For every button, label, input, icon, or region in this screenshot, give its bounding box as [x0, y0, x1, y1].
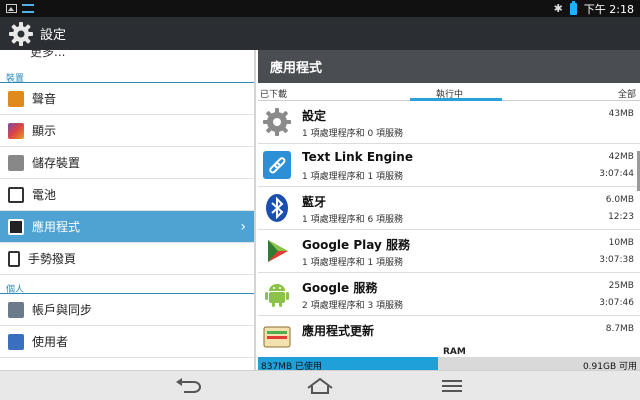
section-device: 裝置 — [0, 64, 254, 84]
app-row-google-services[interactable]: Google 服務 2 項處理程序和 3 項服務 25MB 3:07:46 — [258, 273, 640, 316]
ram-label: RAM — [443, 347, 466, 357]
apps-icon — [8, 218, 24, 235]
app-process-info: 1 項處理程序和 0 項服務 — [302, 129, 404, 139]
settings-gear-icon[interactable] — [8, 21, 34, 47]
android-app-icon — [265, 284, 289, 307]
app-runtime: 3:07:44 — [599, 169, 634, 179]
puzzle-app-icon — [268, 240, 288, 262]
navigation-bar — [0, 370, 640, 400]
menu-item-users[interactable]: 使用者 — [0, 326, 254, 358]
app-name: Google Play 服務 — [302, 238, 410, 252]
menu-item-display[interactable]: 顯示 — [0, 115, 254, 147]
users-icon — [8, 333, 24, 350]
storage-icon — [8, 154, 24, 171]
section-personal: 個人 — [0, 275, 254, 295]
app-process-info: 1 項處理程序和 1 項服務 — [302, 258, 404, 268]
app-memory: 43MB — [608, 109, 634, 119]
ram-usage-bar: RAM 837MB 已使用 0.91GB 可用 — [258, 344, 640, 372]
app-row-text-link-engine[interactable]: Text Link Engine 1 項處理程序和 1 項服務 42MB 3:0… — [258, 144, 640, 187]
page-title: 設定 — [40, 28, 67, 43]
status-bar: ✱ 下午 2:18 — [0, 0, 640, 17]
action-bar: 設定 — [0, 17, 640, 50]
clock: 下午 2:18 — [583, 2, 634, 16]
sound-icon — [8, 90, 24, 107]
app-name: Text Link Engine — [302, 150, 413, 164]
app-name: 設定 — [302, 109, 327, 123]
app-row-bluetooth[interactable]: 藍牙 1 項處理程序和 6 項服務 6.0MB 12:23 — [258, 187, 640, 230]
app-process-info: 1 項處理程序和 1 項服務 — [302, 172, 404, 182]
bluetooth-icon: ✱ — [553, 2, 563, 15]
menu-item-apps[interactable]: 應用程式 › — [0, 211, 254, 243]
app-process-info: 1 項處理程序和 6 項服務 — [302, 215, 404, 225]
apps-panel-title: 應用程式 — [258, 50, 640, 83]
apps-tabs: 已下載 執行中 全部 — [258, 83, 640, 101]
chevron-right-icon: › — [240, 219, 246, 235]
apps-panel: 應用程式 已下載 執行中 全部 設定 1 項處理程序和 0 項服務 43MB T… — [258, 50, 640, 370]
app-name: 藍牙 — [302, 195, 327, 209]
battery-icon — [8, 186, 24, 203]
menu-item-accounts[interactable]: 帳戶與同步 — [0, 294, 254, 326]
app-memory: 8.7MB — [605, 324, 634, 334]
back-icon[interactable] — [172, 376, 204, 396]
accounts-icon — [8, 301, 24, 318]
app-memory: 10MB — [608, 238, 634, 248]
app-runtime: 3:07:46 — [599, 298, 634, 308]
gesture-icon — [8, 250, 20, 267]
app-process-info: 2 項處理程序和 3 項服務 — [302, 301, 404, 311]
tab-all[interactable]: 全部 — [618, 87, 636, 100]
menu-icon[interactable] — [436, 376, 468, 396]
battery-status-icon — [569, 0, 577, 15]
app-name: 應用程式更新 — [302, 324, 375, 338]
menu-item-battery[interactable]: 電池 — [0, 179, 254, 211]
image-notification-icon — [6, 4, 17, 13]
tab-downloaded[interactable]: 已下載 — [260, 87, 287, 100]
settings-app-icon — [263, 108, 291, 136]
app-row-google-play-services[interactable]: Google Play 服務 1 項處理程序和 1 項服務 10MB 3:07:… — [258, 230, 640, 273]
usb-icon — [22, 4, 34, 13]
running-apps-list: 設定 1 項處理程序和 0 項服務 43MB Text Link Engine … — [258, 101, 640, 359]
menu-item-storage[interactable]: 儲存裝置 — [0, 147, 254, 179]
bluetooth-app-icon — [266, 194, 288, 222]
app-memory: 25MB — [608, 281, 634, 291]
app-runtime: 3:07:38 — [599, 255, 634, 265]
menu-item-sound[interactable]: 聲音 — [0, 83, 254, 115]
app-memory: 42MB — [608, 152, 634, 162]
home-icon[interactable] — [304, 376, 336, 396]
display-icon — [8, 122, 24, 139]
app-row-settings[interactable]: 設定 1 項處理程序和 0 項服務 43MB — [258, 101, 640, 144]
app-runtime: 12:23 — [608, 212, 634, 222]
app-memory: 6.0MB — [605, 195, 634, 205]
more-item[interactable]: 更多... — [0, 50, 254, 64]
menu-item-gesture[interactable]: 手勢撥頁 — [0, 243, 254, 275]
settings-menu: 更多... 裝置 聲音 顯示 儲存裝置 電池 應用程式 › 手勢撥頁 個人 帳戶… — [0, 50, 256, 370]
app-name: Google 服務 — [302, 281, 378, 295]
link-app-icon — [263, 151, 291, 179]
